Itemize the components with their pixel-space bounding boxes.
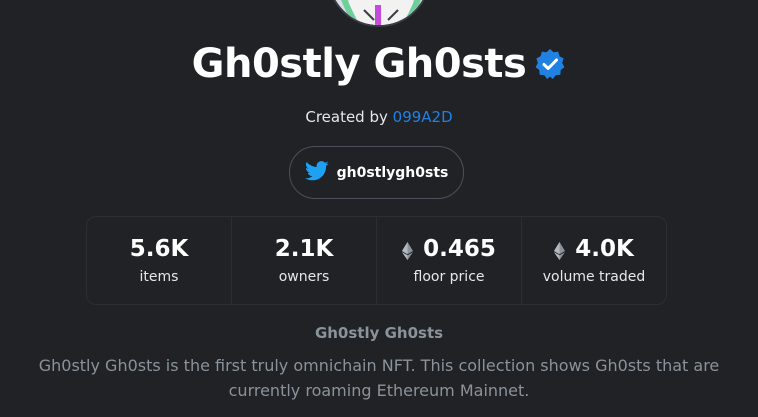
- description-title: Gh0stly Gh0sts: [314, 324, 444, 342]
- stat-value: 5.6K: [130, 236, 189, 262]
- twitter-bird-icon: [304, 160, 329, 185]
- stat-number: 5.6K: [129, 236, 189, 262]
- stat-items[interactable]: 5.6K items: [87, 217, 232, 304]
- stat-owners[interactable]: 2.1K owners: [232, 217, 377, 304]
- twitter-handle: gh0stlygh0sts: [336, 164, 449, 181]
- stat-value: 2.1K: [275, 236, 334, 262]
- stat-label: volume traded: [542, 269, 646, 285]
- created-by-line: Created by 099A2D: [0, 108, 758, 126]
- stat-value: 0.465: [402, 236, 496, 262]
- verified-badge-icon: [534, 48, 566, 80]
- stat-number: 0.465: [423, 236, 496, 262]
- stat-label: owners: [278, 269, 330, 285]
- ethereum-icon: [402, 240, 414, 260]
- twitter-button[interactable]: gh0stlygh0sts: [289, 146, 464, 199]
- creator-link[interactable]: 099A2D: [393, 108, 453, 126]
- stat-volume-traded[interactable]: 4.0K volume traded: [522, 217, 666, 304]
- stat-value: 4.0K: [554, 236, 634, 262]
- ethereum-icon: [554, 240, 566, 260]
- collection-avatar: [327, 0, 431, 27]
- stats-panel: 5.6K items 2.1K owners 0.465 floor price: [86, 216, 667, 305]
- stat-floor-price[interactable]: 0.465 floor price: [377, 217, 522, 304]
- stat-label: items: [139, 269, 179, 285]
- description-text: Gh0stly Gh0sts is the first truly omnich…: [38, 356, 720, 400]
- stat-number: 4.0K: [575, 236, 634, 262]
- stat-number: 2.1K: [274, 236, 334, 262]
- stat-label: floor price: [413, 269, 485, 285]
- collection-title: Gh0stly Gh0sts: [191, 41, 527, 87]
- created-by-label: Created by: [305, 108, 388, 126]
- collection-header: Gh0stly Gh0sts: [0, 38, 758, 90]
